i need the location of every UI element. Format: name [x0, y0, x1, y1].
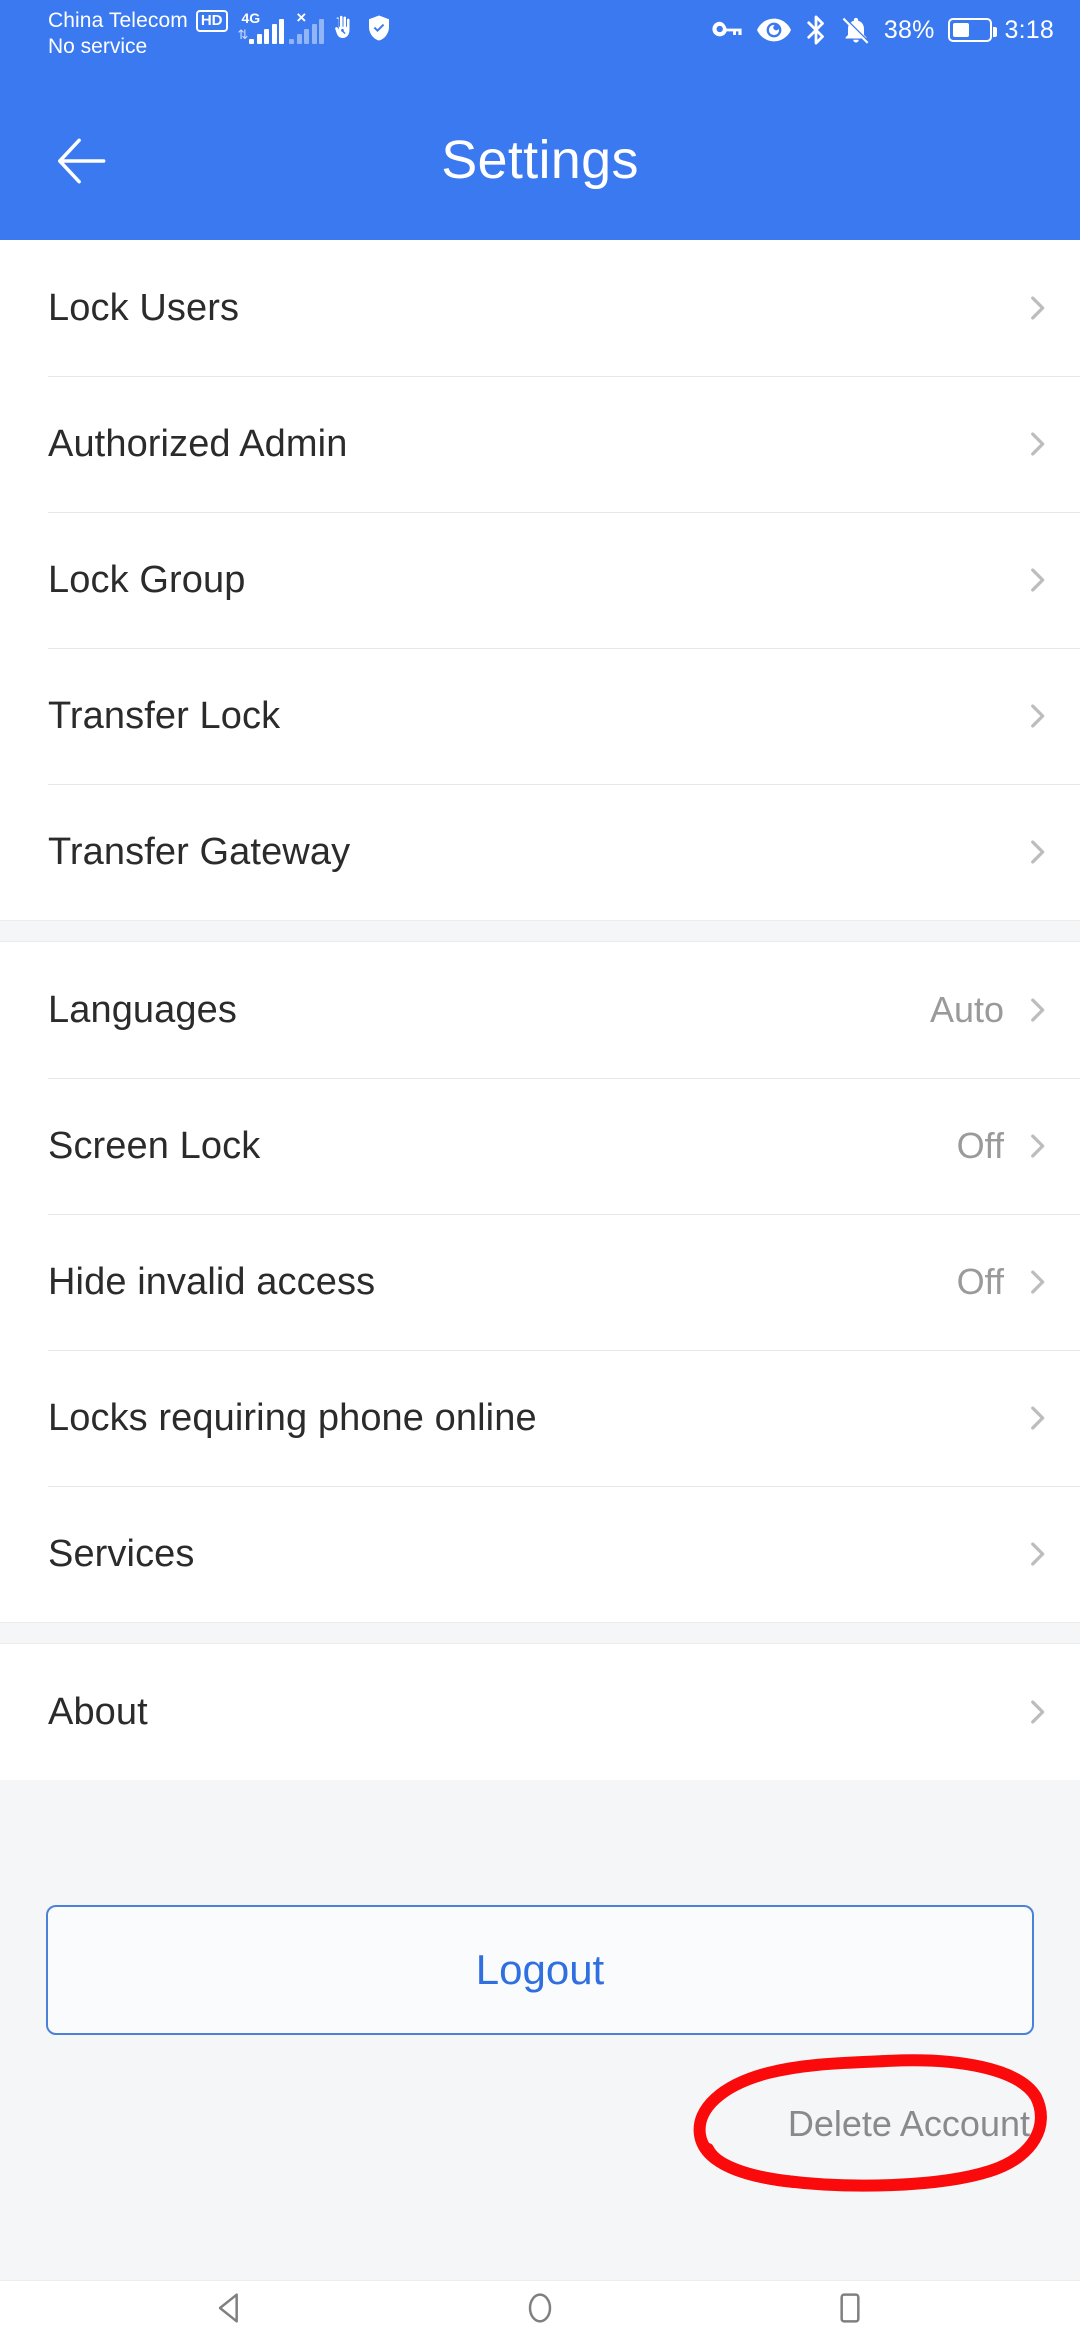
- settings-group-3: About: [0, 1644, 1080, 1780]
- row-value: Off: [956, 1261, 1004, 1302]
- settings-row-lock-group[interactable]: Lock Group: [0, 512, 1080, 648]
- shield-check-icon: [364, 12, 394, 44]
- row-label: Hide invalid access: [48, 1260, 376, 1303]
- hand-icon: [329, 12, 359, 44]
- hd-badge: HD: [195, 9, 228, 32]
- no-sim-signal-icon: [289, 19, 325, 44]
- no-sim-x-icon: ×: [296, 8, 307, 27]
- row-right: [1020, 427, 1054, 461]
- key-icon: [710, 15, 744, 45]
- chevron-right-icon: [1020, 993, 1054, 1027]
- row-right: [1020, 1401, 1054, 1435]
- chevron-right-icon: [1020, 563, 1054, 597]
- row-label: Transfer Lock: [48, 694, 281, 737]
- row-right: Off: [957, 1261, 1054, 1303]
- chevron-right-icon: [1020, 699, 1054, 733]
- nav-back-button[interactable]: [140, 2281, 320, 2340]
- carrier-name: China Telecom: [48, 9, 188, 32]
- chevron-right-icon: [1020, 1401, 1054, 1435]
- data-arrows-icon: ⇅: [237, 27, 249, 42]
- row-right: [1020, 835, 1054, 869]
- row-label: Locks requiring phone online: [48, 1396, 537, 1439]
- network-type-label: 4G: [241, 10, 261, 26]
- settings-row-about[interactable]: About: [0, 1644, 1080, 1780]
- row-right: [1020, 1695, 1054, 1729]
- footer-area: Logout Delete Account: [0, 1785, 1080, 2280]
- row-value: Auto: [929, 989, 1004, 1030]
- signal-icons-group: 4G ⇅ ×: [237, 8, 395, 44]
- row-right: [1020, 291, 1054, 325]
- eye-icon: [756, 15, 791, 45]
- row-right: [1020, 699, 1054, 733]
- sim2-signal-icon: ×: [289, 8, 325, 44]
- settings-row-transfer-gateway[interactable]: Transfer Gateway: [0, 784, 1080, 920]
- row-label: Transfer Gateway: [48, 830, 351, 873]
- nav-recents-button[interactable]: [760, 2281, 940, 2340]
- settings-group-1: Lock Users Authorized Admin Lock Group T…: [0, 240, 1080, 920]
- settings-row-languages[interactable]: Languages Auto: [0, 942, 1080, 1078]
- delete-account-link[interactable]: Delete Account: [788, 2103, 1030, 2145]
- row-label: Languages: [48, 988, 237, 1031]
- clock: 3:18: [1004, 15, 1054, 44]
- section-divider-1: [0, 920, 1080, 942]
- chevron-right-icon: [1020, 1265, 1054, 1299]
- chevron-right-icon: [1020, 1537, 1054, 1571]
- delete-account-label: Delete Account: [787, 2103, 1030, 2144]
- logout-button-label: Logout: [475, 1946, 605, 1993]
- battery-percent: 38%: [883, 15, 935, 44]
- row-right: Off: [957, 1125, 1054, 1167]
- logout-button[interactable]: Logout: [46, 1905, 1034, 2035]
- home-circle-icon: [520, 2288, 560, 2333]
- back-triangle-icon: [210, 2288, 250, 2333]
- row-label: Lock Group: [48, 558, 246, 601]
- carrier-service-status: No service: [48, 34, 148, 58]
- settings-row-locks-requiring-phone-online[interactable]: Locks requiring phone online: [0, 1350, 1080, 1486]
- status-bar-right: 38% 3:18: [710, 8, 1054, 46]
- row-label: Services: [48, 1532, 195, 1575]
- section-divider-2: [0, 1622, 1080, 1644]
- row-label: Lock Users: [48, 286, 240, 329]
- settings-list: Lock Users Authorized Admin Lock Group T…: [0, 240, 1080, 1780]
- app-bar: Settings: [0, 80, 1080, 240]
- row-right: [1020, 563, 1054, 597]
- chevron-right-icon: [1020, 1129, 1054, 1163]
- settings-row-hide-invalid-access[interactable]: Hide invalid access Off: [0, 1214, 1080, 1350]
- chevron-right-icon: [1020, 427, 1054, 461]
- sim1-signal-icon: 4G ⇅: [237, 10, 285, 44]
- settings-group-2: Languages Auto Screen Lock Off Hide inva…: [0, 942, 1080, 1622]
- chevron-right-icon: [1020, 835, 1054, 869]
- settings-row-services[interactable]: Services: [0, 1486, 1080, 1622]
- row-label: About: [48, 1690, 148, 1733]
- settings-row-screen-lock[interactable]: Screen Lock Off: [0, 1078, 1080, 1214]
- settings-row-transfer-lock[interactable]: Transfer Lock: [0, 648, 1080, 784]
- row-right: [1020, 1537, 1054, 1571]
- chevron-right-icon: [1020, 1695, 1054, 1729]
- recents-square-icon: [830, 2288, 870, 2333]
- status-bar: China Telecom HD No service 4G ⇅ × 38% 3…: [0, 0, 1080, 80]
- row-right: Auto: [930, 989, 1054, 1031]
- battery-icon: [947, 18, 997, 42]
- bell-off-icon: [841, 14, 871, 46]
- chevron-right-icon: [1020, 291, 1054, 325]
- phone-screen: China Telecom HD No service 4G ⇅ × 38% 3…: [0, 0, 1080, 2340]
- row-label: Screen Lock: [48, 1124, 261, 1167]
- row-label: Authorized Admin: [48, 422, 348, 465]
- status-bar-left: China Telecom HD No service 4G ⇅ ×: [48, 8, 394, 59]
- settings-row-lock-users[interactable]: Lock Users: [0, 240, 1080, 376]
- android-navigation-bar: [0, 2280, 1080, 2340]
- bluetooth-icon: [804, 14, 828, 46]
- nav-home-button[interactable]: [450, 2281, 630, 2340]
- row-value: Off: [956, 1125, 1004, 1166]
- page-title: Settings: [441, 130, 639, 190]
- settings-row-authorized-admin[interactable]: Authorized Admin: [0, 376, 1080, 512]
- carrier-top-line: China Telecom HD: [48, 8, 228, 34]
- carrier-info: China Telecom HD No service: [48, 8, 228, 59]
